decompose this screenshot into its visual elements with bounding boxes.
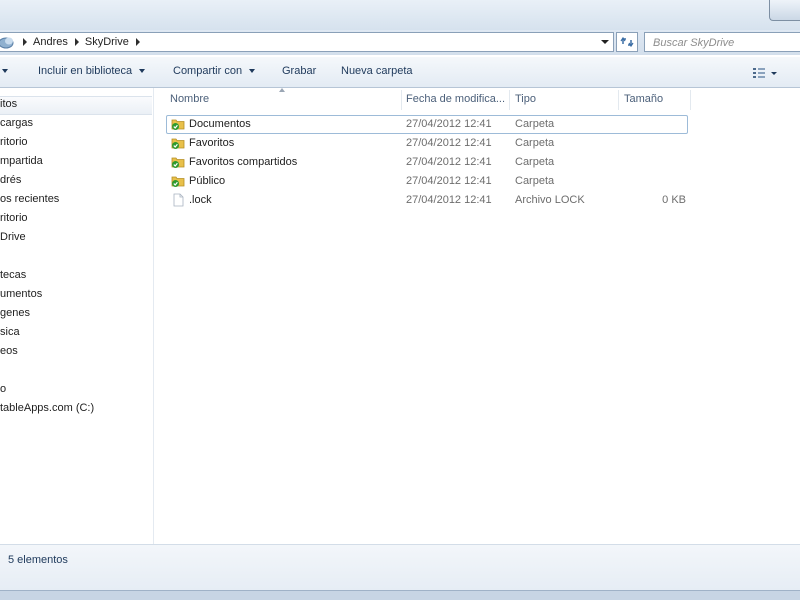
file-row[interactable]: .lock 27/04/2012 12:41 Archivo LOCK 0 KB bbox=[166, 191, 688, 210]
refresh-icon bbox=[620, 36, 634, 48]
column-separator[interactable] bbox=[509, 90, 510, 110]
file-row[interactable]: Documentos 27/04/2012 12:41 Carpeta bbox=[166, 115, 688, 134]
view-options-icon bbox=[753, 68, 777, 78]
file-row[interactable]: Favoritos compartidos 27/04/2012 12:41 C… bbox=[166, 153, 688, 172]
file-size: 0 KB bbox=[662, 194, 686, 206]
skydrive-cloud-icon bbox=[0, 35, 16, 49]
share-with-label: Compartir con bbox=[173, 65, 243, 77]
sort-ascending-icon bbox=[279, 88, 285, 92]
file-type: Carpeta bbox=[515, 118, 555, 130]
file-name: Favoritos compartidos bbox=[189, 156, 298, 168]
address-bar[interactable]: Andres SkyDrive bbox=[0, 32, 614, 52]
address-dropdown-icon[interactable] bbox=[601, 40, 609, 44]
breadcrumb-skydrive[interactable]: SkyDrive bbox=[85, 36, 129, 48]
blank-file-icon bbox=[171, 193, 185, 207]
burn-button[interactable]: Grabar bbox=[282, 65, 316, 77]
chevron-down-icon bbox=[139, 69, 146, 74]
new-folder-button[interactable]: Nueva carpeta bbox=[341, 65, 413, 77]
file-type: Carpeta bbox=[515, 156, 555, 168]
column-header-type[interactable]: Tipo bbox=[515, 93, 536, 105]
file-date: 27/04/2012 12:41 bbox=[406, 194, 492, 206]
nav-item-videos[interactable]: eos bbox=[0, 345, 18, 357]
nav-item-music[interactable]: sica bbox=[0, 326, 20, 338]
column-header-date[interactable]: Fecha de modifica... bbox=[406, 93, 505, 105]
breadcrumb-arrow-icon[interactable] bbox=[74, 38, 79, 46]
file-name: Favoritos bbox=[189, 137, 235, 149]
breadcrumb-arrow-icon[interactable] bbox=[135, 38, 140, 46]
window-bottom-border bbox=[0, 590, 800, 600]
nav-item-computer[interactable]: o bbox=[0, 383, 6, 395]
navigation-bar: Andres SkyDrive bbox=[0, 30, 800, 55]
file-name: Documentos bbox=[189, 118, 251, 130]
nav-item-desktop[interactable]: ritorio bbox=[0, 136, 28, 148]
title-bar[interactable] bbox=[0, 0, 800, 30]
file-type: Archivo LOCK bbox=[515, 194, 585, 206]
include-in-library-label: Incluir en biblioteca bbox=[38, 65, 133, 77]
refresh-button[interactable] bbox=[616, 32, 638, 52]
file-date: 27/04/2012 12:41 bbox=[406, 156, 492, 168]
column-header-size[interactable]: Tamaño bbox=[624, 93, 663, 105]
file-type: Carpeta bbox=[515, 137, 555, 149]
synced-folder-icon bbox=[171, 174, 185, 188]
nav-item-downloads[interactable]: cargas bbox=[0, 117, 33, 129]
nav-item-libraries[interactable]: tecas bbox=[0, 269, 26, 281]
column-separator[interactable] bbox=[690, 90, 691, 110]
nav-item-portableapps-drive[interactable]: tableApps.com (C:) bbox=[0, 402, 94, 414]
column-header-name[interactable]: Nombre bbox=[170, 93, 209, 105]
search-input[interactable] bbox=[651, 34, 795, 52]
file-row[interactable]: Favoritos 27/04/2012 12:41 Carpeta bbox=[166, 134, 688, 153]
file-name: Público bbox=[189, 175, 226, 187]
file-type: Carpeta bbox=[515, 175, 555, 187]
search-box[interactable] bbox=[644, 32, 800, 52]
nav-item-pictures[interactable]: genes bbox=[0, 307, 30, 319]
include-in-library-button[interactable]: Incluir en biblioteca bbox=[38, 65, 146, 77]
file-name: .lock bbox=[189, 194, 212, 206]
command-bar: Incluir en biblioteca Compartir con Grab… bbox=[0, 57, 800, 88]
chevron-down-icon bbox=[249, 69, 256, 74]
nav-selection-highlight bbox=[0, 96, 152, 115]
nav-item-andres[interactable]: drés bbox=[0, 174, 21, 186]
breadcrumb-arrow-icon[interactable] bbox=[23, 38, 27, 46]
navigation-pane: itos cargas ritorio mpartida drés os rec… bbox=[0, 88, 154, 544]
column-separator[interactable] bbox=[401, 90, 402, 110]
nav-item-recent-places[interactable]: os recientes bbox=[0, 193, 59, 205]
nav-item-desktop-2[interactable]: ritorio bbox=[0, 212, 28, 224]
synced-folder-icon bbox=[171, 155, 185, 169]
file-list-pane: Nombre Fecha de modifica... Tipo Tamaño … bbox=[154, 88, 800, 544]
breadcrumb-andres[interactable]: Andres bbox=[33, 36, 68, 48]
item-count: 5 elementos bbox=[8, 554, 68, 566]
share-with-button[interactable]: Compartir con bbox=[173, 65, 256, 77]
synced-folder-icon bbox=[171, 136, 185, 150]
nav-item-favorites[interactable]: itos bbox=[0, 98, 17, 110]
organize-caret-icon[interactable] bbox=[0, 65, 8, 77]
synced-folder-icon bbox=[171, 117, 185, 131]
column-separator[interactable] bbox=[618, 90, 619, 110]
nav-item-documents[interactable]: umentos bbox=[0, 288, 42, 300]
explorer-window: Andres SkyDrive Incluir en biblioteca Co… bbox=[0, 0, 800, 600]
status-bar: 5 elementos bbox=[0, 544, 800, 590]
file-row[interactable]: Público 27/04/2012 12:41 Carpeta bbox=[166, 172, 688, 191]
nav-item-skydrive[interactable]: Drive bbox=[0, 231, 26, 243]
change-view-button[interactable] bbox=[752, 66, 778, 80]
file-date: 27/04/2012 12:41 bbox=[406, 137, 492, 149]
file-date: 27/04/2012 12:41 bbox=[406, 118, 492, 130]
close-button[interactable] bbox=[769, 0, 800, 21]
nav-item-shared[interactable]: mpartida bbox=[0, 155, 43, 167]
file-date: 27/04/2012 12:41 bbox=[406, 175, 492, 187]
